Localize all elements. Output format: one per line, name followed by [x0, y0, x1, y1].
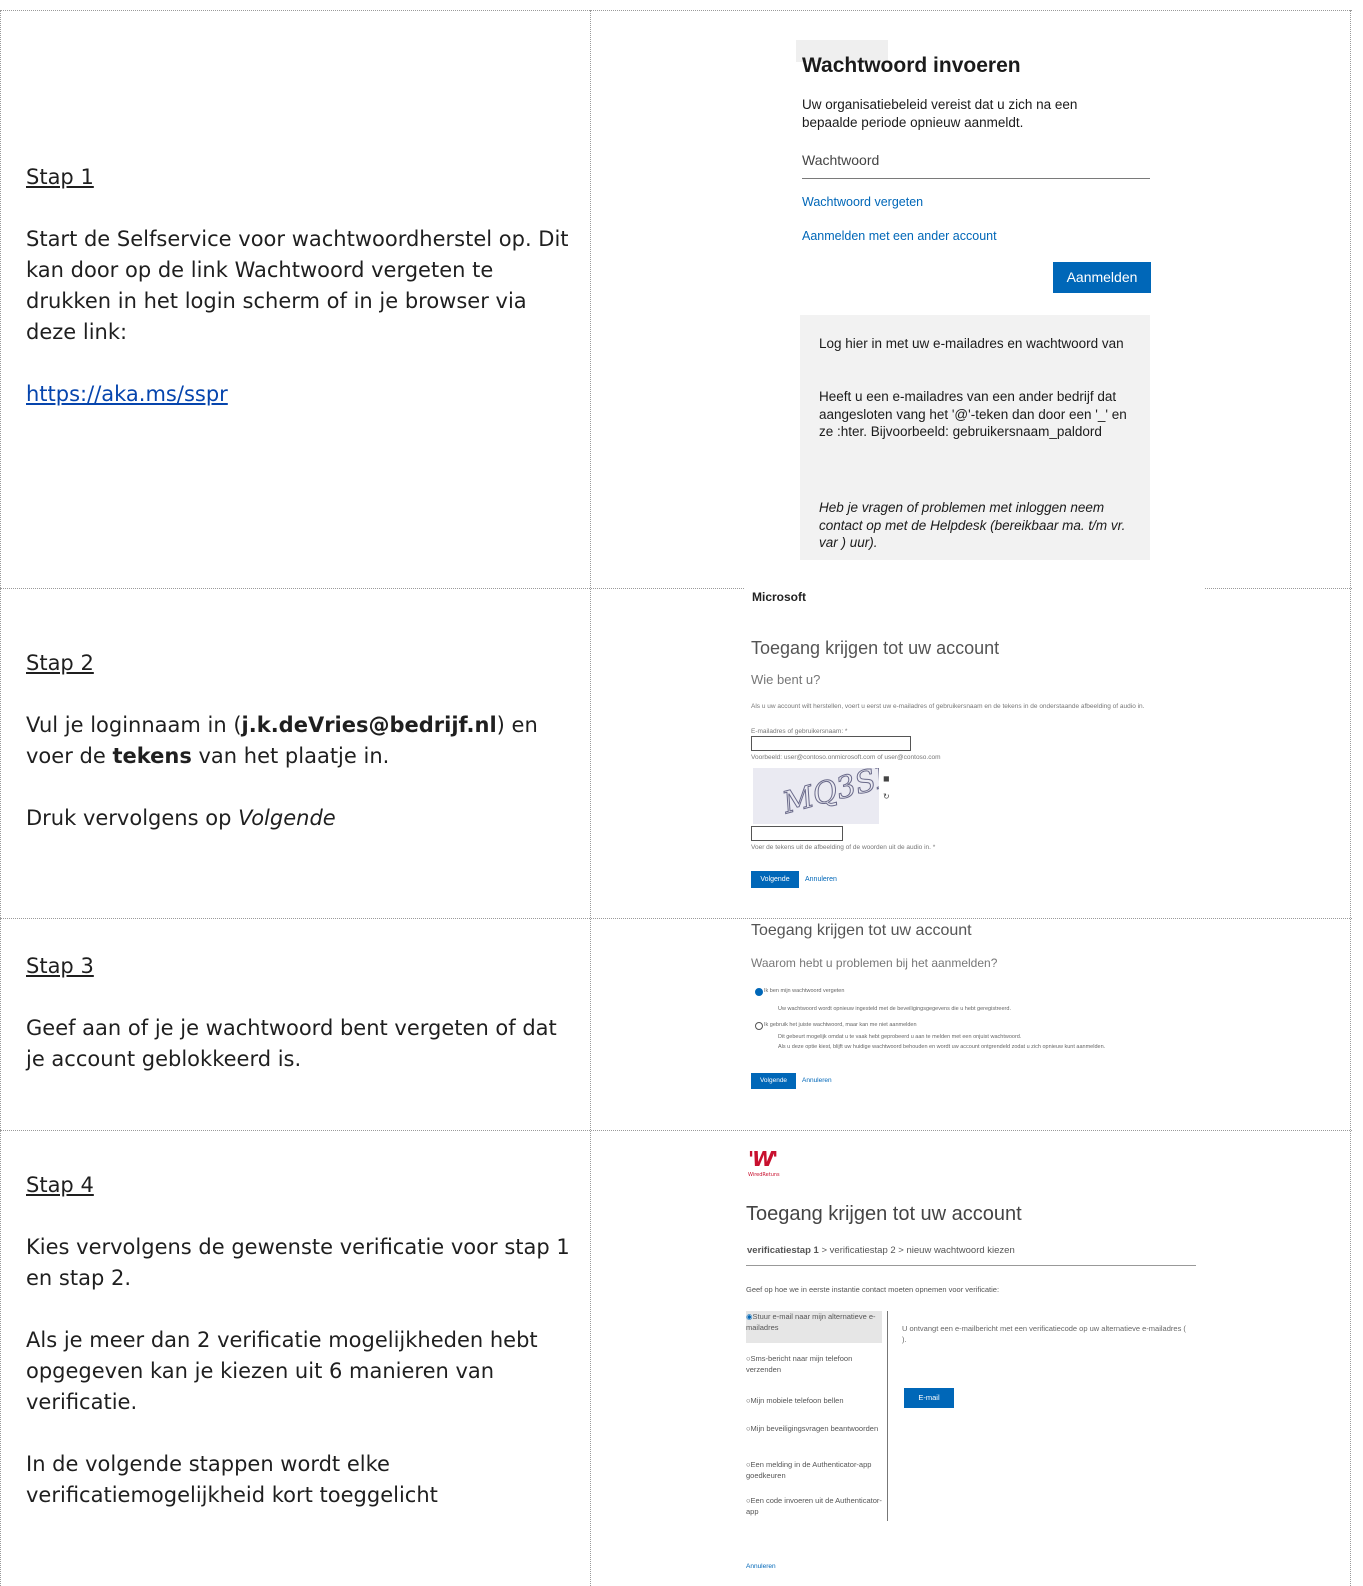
step-3-text: Stap 3 Geef aan of je je wachtwoord bent… — [26, 951, 571, 1106]
email-input[interactable] — [751, 736, 911, 751]
row-divider — [0, 918, 1352, 919]
signin-screenshot: Wachtwoord invoeren Uw organisatiebeleid… — [796, 40, 1156, 560]
option-authenticator-code[interactable]: ○Een code invoeren uit de Authenticator-… — [746, 1495, 882, 1517]
reason-subtitle: Waarom hebt u problemen bij het aanmelde… — [751, 956, 998, 970]
breadcrumb-rest: > verificatiestap 2 > nieuw wachtwoord k… — [818, 1245, 1015, 1256]
option-label: Stuur e-mail naar mijn alternatieve e-ma… — [746, 1312, 876, 1332]
recover-subtitle: Wie bent u? — [751, 672, 821, 687]
table-border-top — [0, 10, 1352, 11]
table-border-right — [1350, 10, 1351, 1586]
option-description: Uw wachtwoord wordt opnieuw ingesteld me… — [778, 1006, 1011, 1012]
password-field[interactable]: Wachtwoord — [802, 152, 1150, 179]
forgot-password-link[interactable]: Wachtwoord vergeten — [802, 195, 923, 209]
email-example: Voorbeeld: user@contoso.onmicrosoft.com … — [751, 754, 941, 761]
logo-caption: WiredRetuns — [748, 1172, 780, 1178]
microsoft-brand: Microsoft — [752, 590, 806, 604]
recover-title: Toegang krijgen tot uw account — [751, 638, 1000, 658]
option-label: Mijn mobiele telefoon bellen — [750, 1396, 844, 1405]
sspr-link[interactable]: https://aka.ms/sspr — [26, 382, 228, 406]
option-label: Mijn beveiligingsvragen beantwoorden — [750, 1424, 879, 1433]
company-logo: 'W' WiredRetuns — [746, 1147, 806, 1178]
signin-info-box: Log hier in met uw e-mailadres en wachtw… — [800, 315, 1150, 560]
captcha-input[interactable] — [751, 826, 843, 841]
cancel-link[interactable]: Annuleren — [802, 1077, 832, 1084]
svg-text:'W': 'W' — [748, 1148, 777, 1171]
column-divider — [590, 10, 591, 1586]
step-title: Stap 3 — [26, 954, 94, 978]
signin-heading: Wachtwoord invoeren — [802, 54, 1021, 77]
text-run: van het plaatje in. — [191, 744, 390, 768]
email-label: E-mailadres of gebruikersnaam: * — [751, 728, 848, 735]
option-description: Als u deze optie kiest, blijft uw huidig… — [778, 1044, 1106, 1050]
step-description: Geef aan of je je wachtwoord bent verget… — [26, 1016, 557, 1071]
option-label: Ik gebruik het juiste wachtwoord, maar k… — [764, 1022, 917, 1028]
info-text: Heeft u een e-mailadres van een ander be… — [819, 389, 1127, 439]
verification-method-screenshot: 'W' WiredRetuns Toegang krijgen tot uw a… — [742, 1145, 1202, 1575]
step-description: Als je meer dan 2 verificatie mogelijkhe… — [26, 1328, 538, 1414]
info-text: Log hier in met uw e-mailadres en wachtw… — [819, 336, 1124, 351]
table-border-left — [0, 10, 1, 1586]
option-label: Sms-bericht naar mijn telefoon verzenden — [746, 1354, 853, 1374]
text-run: Vul je loginnaam in ( — [26, 713, 242, 737]
email-button[interactable]: E-mail — [904, 1388, 954, 1408]
step-1-text: Stap 1 Start de Selfservice voor wachtwo… — [26, 162, 571, 441]
option-security-questions[interactable]: ○Mijn beveiligingsvragen beantwoorden — [746, 1423, 882, 1434]
option-label: Ik ben mijn wachtwoord vergeten — [764, 988, 845, 994]
emphasis-tekens: tekens — [112, 744, 192, 768]
panel-divider — [887, 1311, 888, 1521]
divider — [746, 1265, 1196, 1266]
cancel-link[interactable]: Annuleren — [746, 1563, 776, 1570]
step-description: Vul je loginnaam in (j.k.deVries@bedrijf… — [26, 710, 571, 772]
trouble-reason-screenshot: Toegang krijgen tot uw account Waarom he… — [745, 920, 1215, 1100]
text-run: Druk vervolgens op — [26, 806, 239, 830]
signin-description: Uw organisatiebeleid vereist dat u zich … — [802, 97, 1078, 130]
recover-title: Toegang krijgen tot uw account — [746, 1203, 1022, 1225]
emphasis-volgende: Volgende — [238, 806, 336, 830]
step-4-text: Stap 4 Kies vervolgens de gewenste verif… — [26, 1170, 571, 1542]
captcha-characters: MQ3SR — [778, 768, 879, 821]
step-description: Kies vervolgens de gewenste verificatie … — [26, 1235, 570, 1290]
login-name-example: j.k.deVries@bedrijf.nl — [241, 713, 497, 737]
cancel-link[interactable]: Annuleren — [805, 876, 837, 883]
option-label: Een code invoeren uit de Authenticator-a… — [746, 1496, 882, 1516]
recover-title: Toegang krijgen tot uw account — [751, 922, 972, 939]
option-description: Dit gebeurt mogelijk omdat u te vaak heb… — [778, 1034, 1022, 1040]
step-title: Stap 4 — [26, 1173, 94, 1197]
captcha-image: MQ3SR — [753, 756, 902, 824]
option-label: Een melding in de Authenticator-app goed… — [746, 1460, 872, 1480]
option-authenticator-approve[interactable]: ○Een melding in de Authenticator-app goe… — [746, 1459, 882, 1481]
info-text: Heb je vragen of problemen met inloggen … — [819, 500, 1126, 550]
other-account-link[interactable]: Aanmelden met een ander account — [802, 229, 997, 243]
recover-instructions: Als u uw account wilt herstellen, voert … — [751, 703, 1145, 710]
step-2-text: Stap 2 Vul je loginnaam in (j.k.deVries@… — [26, 648, 571, 865]
option-sms[interactable]: ○Sms-bericht naar mijn telefoon verzende… — [746, 1353, 882, 1375]
next-button[interactable]: Volgende — [751, 1073, 796, 1089]
step-title: Stap 1 — [26, 165, 94, 189]
captcha-label: Voer de tekens uit de afbeelding of de w… — [751, 844, 936, 851]
recover-account-screenshot: Microsoft Toegang krijgen tot uw account… — [745, 588, 1205, 898]
email-verification-info: U ontvangt een e-mailbericht met een ver… — [902, 1324, 1186, 1344]
audio-icon[interactable]: ◼ — [883, 774, 890, 783]
radio-forgot-password[interactable] — [755, 988, 763, 996]
step-description: In de volgende stappen wordt elke verifi… — [26, 1452, 438, 1507]
radio-account-locked[interactable] — [755, 1022, 763, 1030]
verification-breadcrumb: verificatiestap 1 > verificatiestap 2 > … — [747, 1245, 1015, 1256]
breadcrumb-current: verificatiestap 1 — [747, 1245, 819, 1256]
verification-question: Geef op hoe we in eerste instantie conta… — [746, 1285, 1000, 1294]
signin-button[interactable]: Aanmelden — [1053, 262, 1151, 293]
refresh-icon[interactable]: ↻ — [883, 792, 890, 801]
step-description: Start de Selfservice voor wachtwoordhers… — [26, 227, 569, 344]
row-divider — [0, 1130, 1352, 1131]
option-call[interactable]: ○Mijn mobiele telefoon bellen — [746, 1395, 882, 1406]
step-title: Stap 2 — [26, 651, 94, 675]
next-button[interactable]: Volgende — [751, 871, 799, 888]
step-description: Druk vervolgens op Volgende — [26, 803, 571, 834]
option-email[interactable]: ◉Stuur e-mail naar mijn alternatieve e-m… — [746, 1311, 882, 1343]
